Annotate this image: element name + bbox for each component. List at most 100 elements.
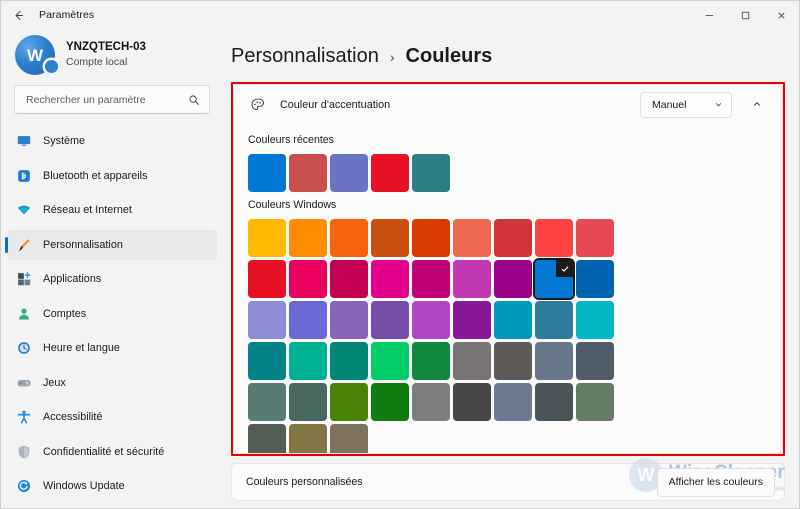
windows-color-swatch[interactable] <box>371 260 409 298</box>
profile-name: YNZQTECH-03 <box>66 40 146 54</box>
main-pane: Personnalisation › Couleurs <box>223 29 799 508</box>
windows-color-swatch[interactable] <box>330 219 368 257</box>
windows-color-swatch[interactable] <box>289 424 327 453</box>
windows-color-swatch[interactable] <box>248 383 286 421</box>
sidebar-item-confidentialit-et-s-curit[interactable]: Confidentialité et sécurité <box>7 437 217 467</box>
page-title: Couleurs <box>406 45 493 68</box>
windows-color-swatch[interactable] <box>248 342 286 380</box>
maximize-button[interactable] <box>727 1 763 29</box>
windows-color-swatch[interactable] <box>494 342 532 380</box>
gamepad-icon <box>15 374 32 391</box>
recent-color-swatch[interactable] <box>248 154 286 192</box>
minimize-button[interactable] <box>691 1 727 29</box>
windows-color-swatch[interactable] <box>289 342 327 380</box>
windows-color-swatch[interactable] <box>248 424 286 453</box>
sidebar: W YNZQTECH-03 Compte local Systè <box>1 29 223 508</box>
windows-color-swatch[interactable] <box>535 301 573 339</box>
expander-toggle-button[interactable] <box>744 92 770 118</box>
check-icon <box>556 260 573 277</box>
sidebar-item-label: Confidentialité et sécurité <box>43 446 164 458</box>
bluetooth-icon <box>15 167 32 184</box>
close-button[interactable] <box>763 1 799 29</box>
windows-color-swatch[interactable] <box>412 301 450 339</box>
windows-color-swatch-selected[interactable] <box>535 260 573 298</box>
windows-color-swatch[interactable] <box>289 219 327 257</box>
back-arrow-icon[interactable] <box>1 1 35 29</box>
windows-color-swatch[interactable] <box>330 424 368 453</box>
windows-color-swatch[interactable] <box>494 383 532 421</box>
windows-color-swatch[interactable] <box>248 260 286 298</box>
person-icon <box>15 305 32 322</box>
windows-color-swatch[interactable] <box>330 383 368 421</box>
custom-colors-row: Couleurs personnalisées Afficher les cou… <box>231 463 785 501</box>
windows-color-swatch[interactable] <box>371 342 409 380</box>
sidebar-item-label: Comptes <box>43 308 86 320</box>
windows-color-swatch[interactable] <box>371 301 409 339</box>
sidebar-item-windows-update[interactable]: Windows Update <box>7 471 217 501</box>
windows-color-swatch[interactable] <box>289 383 327 421</box>
sidebar-item-applications[interactable]: Applications <box>7 264 217 294</box>
sidebar-item-heure-et-langue[interactable]: Heure et langue <box>7 333 217 363</box>
windows-color-swatch[interactable] <box>535 342 573 380</box>
accent-mode-value: Manuel <box>652 99 686 111</box>
sidebar-item-accessibilit[interactable]: Accessibilité <box>7 402 217 432</box>
windows-color-swatch[interactable] <box>494 301 532 339</box>
settings-window: Paramètres W YNZQTECH-03 Compte local <box>0 0 800 509</box>
show-colors-button[interactable]: Afficher les couleurs <box>657 468 775 497</box>
windows-color-swatch[interactable] <box>453 383 491 421</box>
sidebar-item-bluetooth-et-appareils[interactable]: Bluetooth et appareils <box>7 161 217 191</box>
sidebar-item-comptes[interactable]: Comptes <box>7 299 217 329</box>
breadcrumb-parent[interactable]: Personnalisation <box>231 45 379 68</box>
recent-color-swatch[interactable] <box>330 154 368 192</box>
windows-color-swatch[interactable] <box>371 219 409 257</box>
windows-color-swatch[interactable] <box>453 219 491 257</box>
windows-color-swatch[interactable] <box>535 219 573 257</box>
windows-color-swatch[interactable] <box>330 260 368 298</box>
accent-color-header[interactable]: Couleur d'accentuation Manuel <box>234 85 782 125</box>
windows-color-swatch[interactable] <box>248 301 286 339</box>
sidebar-item-jeux[interactable]: Jeux <box>7 368 217 398</box>
windows-color-swatch[interactable] <box>576 260 614 298</box>
windows-color-swatch[interactable] <box>453 342 491 380</box>
accent-mode-dropdown[interactable]: Manuel <box>640 92 732 118</box>
windows-color-swatch[interactable] <box>453 260 491 298</box>
windows-color-swatch[interactable] <box>412 342 450 380</box>
sidebar-item-syst-me[interactable]: Système <box>7 126 217 156</box>
windows-color-swatch[interactable] <box>289 301 327 339</box>
windows-color-swatch[interactable] <box>494 219 532 257</box>
search-input[interactable] <box>24 93 188 107</box>
custom-colors-label: Couleurs personnalisées <box>246 476 363 488</box>
search-icon <box>188 94 200 106</box>
windows-color-swatch[interactable] <box>371 383 409 421</box>
sidebar-item-personnalisation[interactable]: Personnalisation <box>7 230 217 260</box>
paintbrush-icon <box>15 236 32 253</box>
accent-color-body: Couleurs récentes Couleurs Windows <box>234 125 782 453</box>
recent-color-swatch[interactable] <box>412 154 450 192</box>
windows-color-swatch[interactable] <box>494 260 532 298</box>
windows-color-swatch[interactable] <box>576 219 614 257</box>
recent-color-swatch[interactable] <box>371 154 409 192</box>
clock-icon <box>15 340 32 357</box>
profile-block[interactable]: W YNZQTECH-03 Compte local <box>1 29 223 85</box>
windows-color-swatch[interactable] <box>576 301 614 339</box>
windows-color-swatch[interactable] <box>412 260 450 298</box>
search-box[interactable] <box>14 85 210 114</box>
windows-color-swatch[interactable] <box>289 260 327 298</box>
windows-color-swatch[interactable] <box>330 301 368 339</box>
sidebar-item-label: Réseau et Internet <box>43 204 132 216</box>
sidebar-item-label: Système <box>43 135 85 147</box>
profile-subtitle: Compte local <box>66 56 146 70</box>
sidebar-item-r-seau-et-internet[interactable]: Réseau et Internet <box>7 195 217 225</box>
breadcrumb: Personnalisation › Couleurs <box>231 29 785 82</box>
windows-color-swatch[interactable] <box>453 301 491 339</box>
windows-color-swatch[interactable] <box>535 383 573 421</box>
windows-color-swatch[interactable] <box>412 383 450 421</box>
windows-color-swatch[interactable] <box>412 219 450 257</box>
sidebar-item-label: Applications <box>43 273 101 285</box>
windows-color-swatch[interactable] <box>330 342 368 380</box>
windows-color-swatch[interactable] <box>248 219 286 257</box>
recent-color-swatch[interactable] <box>289 154 327 192</box>
windows-color-swatch[interactable] <box>576 342 614 380</box>
windows-color-swatch[interactable] <box>576 383 614 421</box>
sidebar-item-label: Windows Update <box>43 480 125 492</box>
